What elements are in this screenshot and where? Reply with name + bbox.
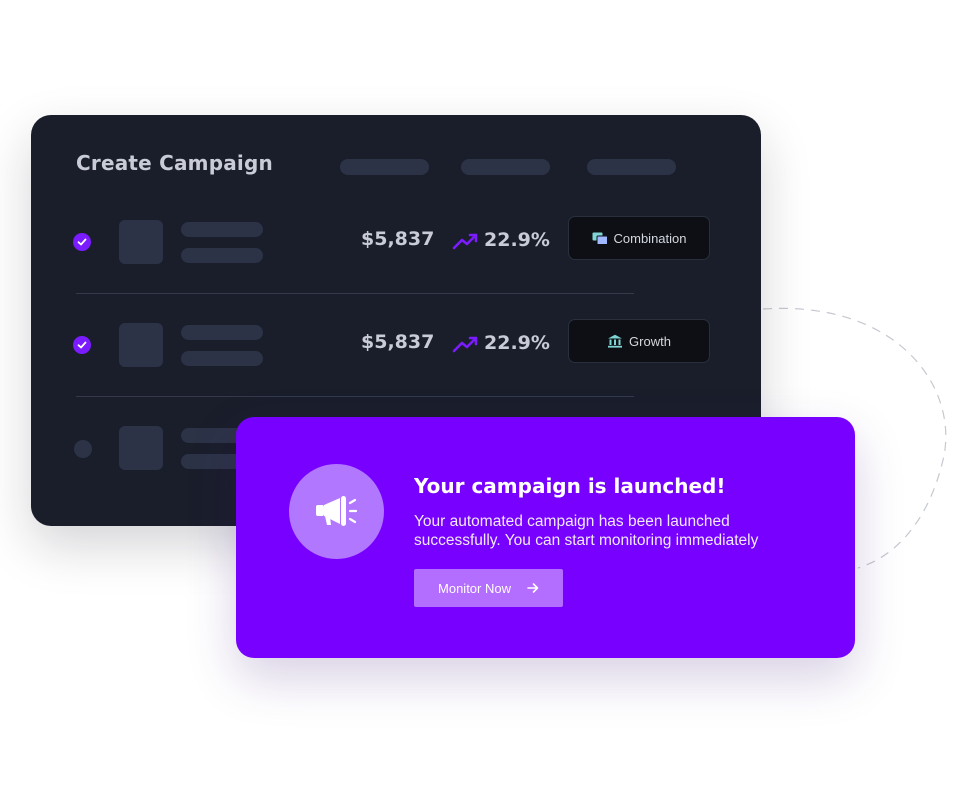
row-percent: 22.9% <box>484 332 550 354</box>
tag-label: Growth <box>629 333 671 349</box>
toast-message: Your automated campaign has been launche… <box>414 513 759 549</box>
check-icon <box>77 341 87 349</box>
row-checkbox-unchecked[interactable] <box>74 440 92 458</box>
row-checkbox-checked[interactable] <box>73 336 91 354</box>
header-placeholder <box>587 159 676 175</box>
tag-growth[interactable]: Growth <box>568 319 710 363</box>
thumbnail-placeholder <box>119 220 163 264</box>
trending-up-icon <box>452 336 478 353</box>
row-checkbox-checked[interactable] <box>73 233 91 251</box>
bank-icon <box>608 334 623 348</box>
text-placeholder <box>181 325 263 340</box>
campaign-row[interactable]: $5,837 22.9% Growth <box>31 293 761 396</box>
header-placeholder <box>461 159 550 175</box>
megaphone-icon <box>315 495 357 526</box>
header-placeholder <box>340 159 429 175</box>
tag-label: Combination <box>613 230 687 246</box>
monitor-now-button[interactable]: Monitor Now <box>414 569 563 607</box>
row-percent: 22.9% <box>484 229 550 251</box>
row-amount: $5,837 <box>361 331 435 353</box>
thumbnail-placeholder <box>119 426 163 470</box>
trending-up-icon <box>452 233 478 250</box>
text-placeholder <box>181 248 263 263</box>
arrow-right-icon <box>527 583 539 593</box>
campaign-launched-toast: Your campaign is launched! Your automate… <box>236 417 855 658</box>
toast-title: Your campaign is launched! <box>414 474 726 498</box>
row-amount: $5,837 <box>361 228 435 250</box>
card-title: Create Campaign <box>76 151 273 175</box>
campaign-row[interactable]: $5,837 22.9% Combination <box>31 190 761 293</box>
megaphone-badge <box>289 464 384 559</box>
check-icon <box>77 238 87 246</box>
monitor-now-label: Monitor Now <box>438 580 511 596</box>
cards-icon <box>592 232 608 245</box>
text-placeholder <box>181 351 263 366</box>
thumbnail-placeholder <box>119 323 163 367</box>
text-placeholder <box>181 222 263 237</box>
tag-combination[interactable]: Combination <box>568 216 710 260</box>
